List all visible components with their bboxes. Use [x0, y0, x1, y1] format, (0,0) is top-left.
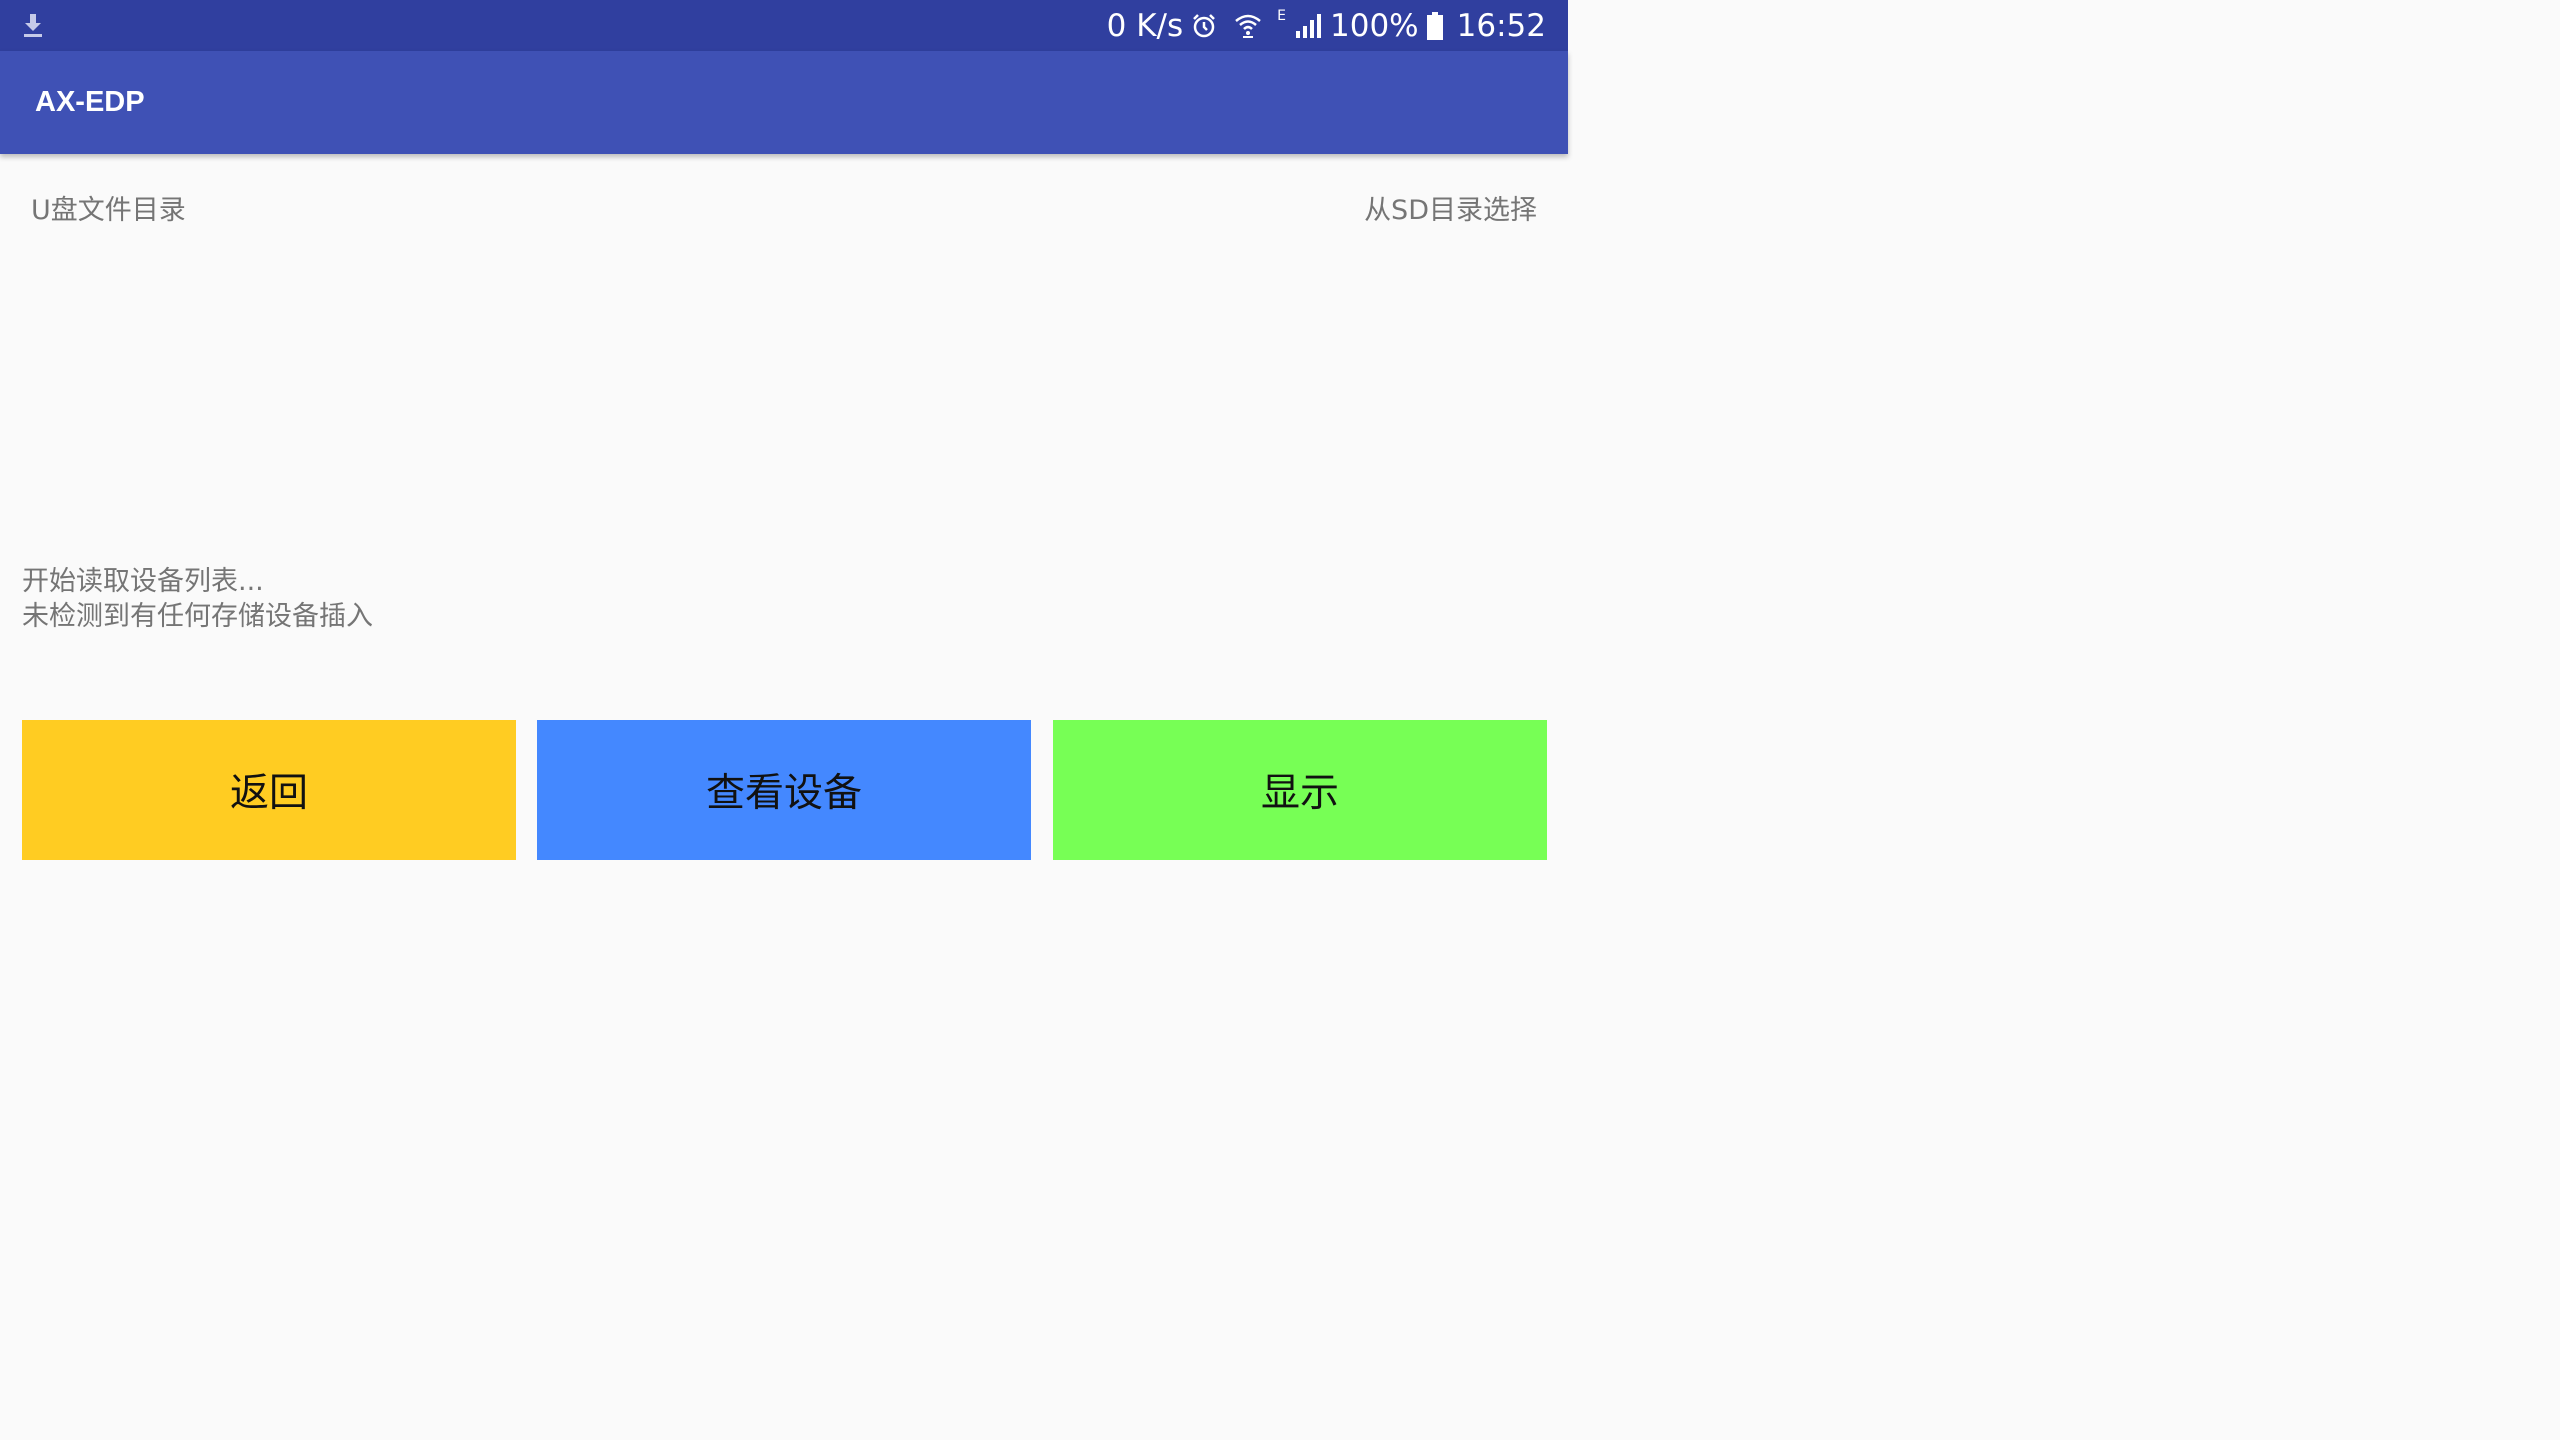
view-devices-button[interactable]: 查看设备 — [537, 720, 1031, 860]
status-log: 开始读取设备列表... 未检测到有任何存储设备插入 — [22, 564, 373, 634]
back-button[interactable]: 返回 — [22, 720, 516, 860]
alarm-icon — [1191, 13, 1217, 39]
clock: 16:52 — [1456, 7, 1546, 44]
status-indicators: 0 K/s E 100% 16:52 — [1107, 0, 1546, 51]
show-button[interactable]: 显示 — [1053, 720, 1547, 860]
app-title: AX-EDP — [35, 86, 145, 118]
screen: 0 K/s E 100% 16:52 AX-EDP U盘文件目录 从SD目录选择… — [0, 0, 1568, 881]
wifi-icon — [1233, 12, 1263, 40]
log-line: 未检测到有任何存储设备插入 — [22, 601, 373, 632]
battery-level: 100% — [1330, 7, 1419, 44]
app-bar: AX-EDP — [0, 51, 1568, 154]
usb-directory-label: U盘文件目录 — [31, 195, 186, 226]
battery-icon — [1426, 11, 1443, 40]
network-type: E — [1277, 7, 1287, 24]
download-icon — [22, 12, 44, 38]
signal-icon — [1294, 13, 1322, 39]
log-line: 开始读取设备列表... — [22, 566, 264, 597]
select-from-sd-link[interactable]: 从SD目录选择 — [1364, 188, 1537, 227]
network-speed: 0 K/s — [1106, 7, 1184, 44]
status-bar: 0 K/s E 100% 16:52 — [0, 0, 1568, 51]
